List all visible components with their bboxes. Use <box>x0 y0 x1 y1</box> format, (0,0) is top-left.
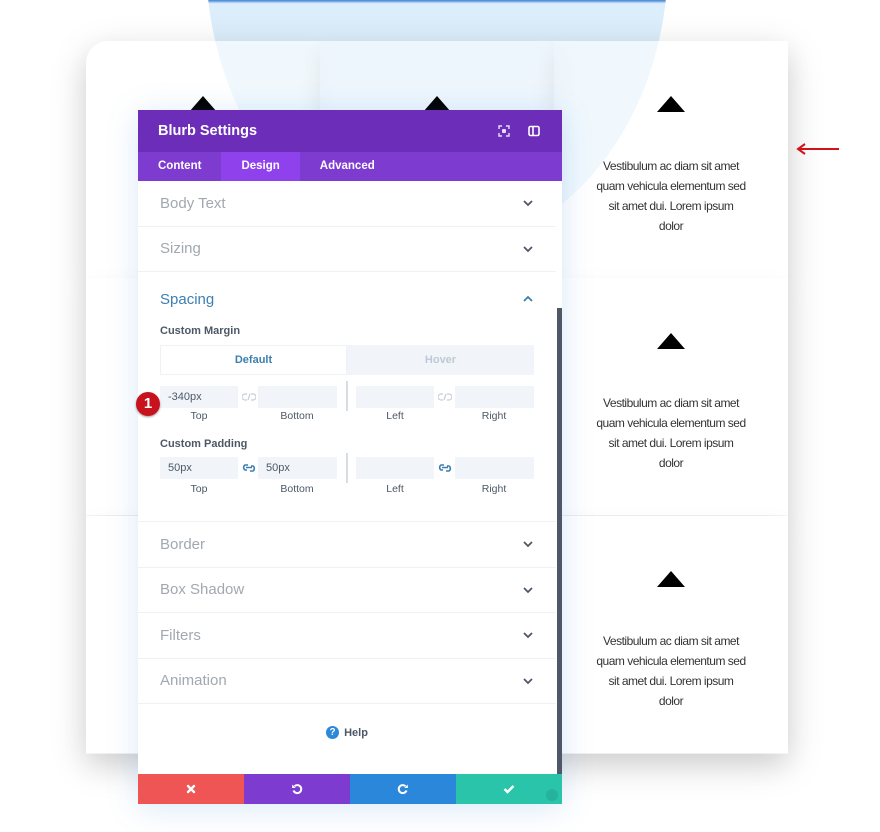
section-sizing[interactable]: Sizing <box>138 227 556 272</box>
chevron-down-icon <box>523 541 533 548</box>
link-icon[interactable] <box>242 463 256 473</box>
triangle-up-icon <box>657 96 685 112</box>
chevron-up-icon <box>523 295 533 302</box>
padding-top-label: Top <box>190 483 208 495</box>
chevron-down-icon <box>523 246 533 253</box>
section-title: Border <box>160 535 206 553</box>
undo-icon <box>292 784 303 795</box>
scrollbar[interactable] <box>557 308 562 774</box>
save-button[interactable] <box>456 774 562 804</box>
section-body-text[interactable]: Body Text <box>138 181 556 227</box>
blurb-text: Vestibulum ac diam sit amet quam vehicul… <box>596 159 746 233</box>
section-title: Sizing <box>160 240 201 258</box>
margin-left-label: Left <box>386 410 404 422</box>
margin-top-input[interactable]: -340px <box>160 386 238 408</box>
section-title: Body Text <box>160 194 226 212</box>
margin-bottom-label: Bottom <box>280 410 314 422</box>
custom-padding-label: Custom Padding <box>160 438 248 450</box>
margin-top-label: Top <box>190 410 208 422</box>
padding-top-input[interactable]: 50px <box>160 457 238 479</box>
blurb-card[interactable]: Vestibulum ac diam sit amet quam vehicul… <box>554 516 788 753</box>
undo-button[interactable] <box>244 774 350 804</box>
triangle-up-icon <box>657 333 685 349</box>
default-hover-toggle: Default Hover <box>160 345 534 375</box>
step-badge: 1 <box>136 392 160 416</box>
section-animation[interactable]: Animation <box>138 659 556 704</box>
section-border[interactable]: Border <box>138 522 556 568</box>
modal-title: Blurb Settings <box>158 123 258 139</box>
modal-footer <box>138 774 562 804</box>
divider <box>346 381 348 411</box>
section-title: Animation <box>160 672 227 690</box>
tab-content[interactable]: Content <box>138 152 221 181</box>
margin-right-label: Right <box>481 410 507 422</box>
help-icon: ? <box>326 726 340 739</box>
chevron-down-icon <box>523 678 533 685</box>
tab-design[interactable]: Design <box>221 152 300 181</box>
link-off-icon[interactable] <box>242 392 256 402</box>
redo-button[interactable] <box>350 774 456 804</box>
redo-icon <box>397 784 408 795</box>
blurb-card[interactable]: Vestibulum ac diam sit amet quam vehicul… <box>554 278 788 515</box>
chevron-down-icon <box>523 632 533 639</box>
padding-left-label: Left <box>386 483 404 495</box>
blurb-settings-modal: Blurb Settings Content Design Advanced B… <box>138 110 562 804</box>
modal-body: Body Text Sizing Spacing Custom Margin D… <box>138 181 562 774</box>
check-icon <box>503 785 515 794</box>
padding-right-label: Right <box>481 483 507 495</box>
section-spacing-header[interactable]: Spacing <box>138 272 556 322</box>
chevron-down-icon <box>523 587 533 594</box>
chevron-down-icon <box>523 200 533 207</box>
margin-bottom-input[interactable] <box>258 386 337 408</box>
fullscreen-icon[interactable] <box>496 123 512 139</box>
divider <box>346 453 348 483</box>
section-box-shadow[interactable]: Box Shadow <box>138 568 556 613</box>
padding-bottom-input[interactable]: 50px <box>258 457 337 479</box>
blurb-text: Vestibulum ac diam sit amet quam vehicul… <box>596 634 746 708</box>
section-filters[interactable]: Filters <box>138 613 556 659</box>
padding-bottom-label: Bottom <box>280 483 314 495</box>
triangle-up-icon <box>657 571 685 587</box>
section-spacing: Spacing Custom Margin Default Hover -340… <box>138 272 556 522</box>
resize-handle-icon[interactable] <box>546 789 558 801</box>
custom-margin-label: Custom Margin <box>160 325 241 337</box>
section-title: Spacing <box>160 290 215 308</box>
modal-header[interactable]: Blurb Settings <box>138 110 562 152</box>
section-title: Filters <box>160 626 201 644</box>
modal-tabs: Content Design Advanced <box>138 152 562 181</box>
close-icon <box>186 784 196 794</box>
sidebar-icon[interactable] <box>526 123 542 139</box>
help-label: Help <box>344 726 368 739</box>
margin-left-input[interactable] <box>356 386 434 408</box>
section-title: Box Shadow <box>160 581 245 599</box>
toggle-hover[interactable]: Hover <box>347 345 534 375</box>
page-canvas: Vestibulum ac diam sit amet quam vehicul… <box>0 0 880 832</box>
blurb-text: Vestibulum ac diam sit amet quam vehicul… <box>596 396 746 470</box>
padding-left-input[interactable] <box>356 457 434 479</box>
padding-right-input[interactable] <box>455 457 534 479</box>
margin-right-input[interactable] <box>455 386 534 408</box>
tab-advanced[interactable]: Advanced <box>300 152 395 181</box>
arrow-left-icon <box>796 143 839 155</box>
blurb-card[interactable]: Vestibulum ac diam sit amet quam vehicul… <box>554 41 788 278</box>
link-icon[interactable] <box>438 463 452 473</box>
cancel-button[interactable] <box>138 774 244 804</box>
toggle-default[interactable]: Default <box>160 345 347 375</box>
link-off-icon[interactable] <box>438 392 452 402</box>
help-link[interactable]: ? Help <box>138 726 556 739</box>
